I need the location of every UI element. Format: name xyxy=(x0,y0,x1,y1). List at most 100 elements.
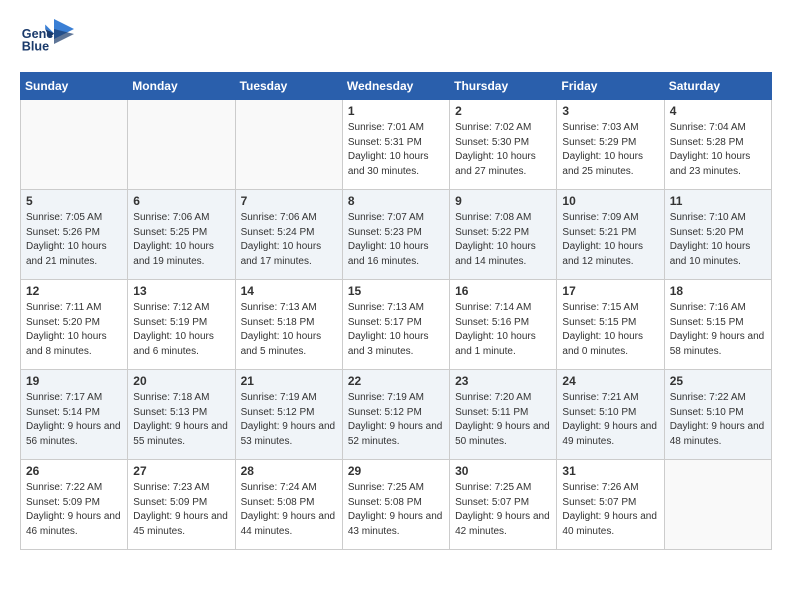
day-info: Sunrise: 7:16 AM Sunset: 5:15 PM Dayligh… xyxy=(670,301,766,359)
daylight-hours: Daylight: 10 hours and 0 minutes. xyxy=(562,331,643,357)
day-info: Sunrise: 7:18 AM Sunset: 5:13 PM Dayligh… xyxy=(133,391,229,449)
calendar-cell: 18 Sunrise: 7:16 AM Sunset: 5:15 PM Dayl… xyxy=(664,280,771,370)
weekday-header-tuesday: Tuesday xyxy=(235,73,342,100)
sunset-time: Sunset: 5:20 PM xyxy=(670,227,744,238)
sunrise-time: Sunrise: 7:16 AM xyxy=(670,302,746,313)
day-number: 18 xyxy=(670,284,766,298)
weekday-header-thursday: Thursday xyxy=(450,73,557,100)
calendar-cell: 27 Sunrise: 7:23 AM Sunset: 5:09 PM Dayl… xyxy=(128,460,235,550)
day-info: Sunrise: 7:12 AM Sunset: 5:19 PM Dayligh… xyxy=(133,301,229,359)
sunrise-time: Sunrise: 7:23 AM xyxy=(133,482,209,493)
day-number: 13 xyxy=(133,284,229,298)
daylight-hours: Daylight: 10 hours and 17 minutes. xyxy=(241,241,322,267)
sunrise-time: Sunrise: 7:07 AM xyxy=(348,212,424,223)
sunrise-time: Sunrise: 7:04 AM xyxy=(670,122,746,133)
sunset-time: Sunset: 5:30 PM xyxy=(455,137,529,148)
calendar-cell: 7 Sunrise: 7:06 AM Sunset: 5:24 PM Dayli… xyxy=(235,190,342,280)
calendar-cell: 24 Sunrise: 7:21 AM Sunset: 5:10 PM Dayl… xyxy=(557,370,664,460)
daylight-hours: Daylight: 9 hours and 42 minutes. xyxy=(455,511,550,537)
day-number: 16 xyxy=(455,284,551,298)
day-number: 14 xyxy=(241,284,337,298)
day-info: Sunrise: 7:22 AM Sunset: 5:09 PM Dayligh… xyxy=(26,481,122,539)
calendar-cell: 17 Sunrise: 7:15 AM Sunset: 5:15 PM Dayl… xyxy=(557,280,664,370)
calendar-cell: 10 Sunrise: 7:09 AM Sunset: 5:21 PM Dayl… xyxy=(557,190,664,280)
day-number: 3 xyxy=(562,104,658,118)
sunset-time: Sunset: 5:12 PM xyxy=(348,407,422,418)
sunrise-time: Sunrise: 7:06 AM xyxy=(133,212,209,223)
day-info: Sunrise: 7:01 AM Sunset: 5:31 PM Dayligh… xyxy=(348,121,444,179)
calendar-cell: 19 Sunrise: 7:17 AM Sunset: 5:14 PM Dayl… xyxy=(21,370,128,460)
daylight-hours: Daylight: 10 hours and 19 minutes. xyxy=(133,241,214,267)
day-info: Sunrise: 7:06 AM Sunset: 5:24 PM Dayligh… xyxy=(241,211,337,269)
sunset-time: Sunset: 5:13 PM xyxy=(133,407,207,418)
sunrise-time: Sunrise: 7:19 AM xyxy=(241,392,317,403)
day-number: 31 xyxy=(562,464,658,478)
daylight-hours: Daylight: 10 hours and 23 minutes. xyxy=(670,151,751,177)
calendar-cell: 21 Sunrise: 7:19 AM Sunset: 5:12 PM Dayl… xyxy=(235,370,342,460)
day-number: 9 xyxy=(455,194,551,208)
calendar-cell: 12 Sunrise: 7:11 AM Sunset: 5:20 PM Dayl… xyxy=(21,280,128,370)
calendar-cell: 30 Sunrise: 7:25 AM Sunset: 5:07 PM Dayl… xyxy=(450,460,557,550)
sunrise-time: Sunrise: 7:24 AM xyxy=(241,482,317,493)
calendar-cell: 5 Sunrise: 7:05 AM Sunset: 5:26 PM Dayli… xyxy=(21,190,128,280)
daylight-hours: Daylight: 10 hours and 6 minutes. xyxy=(133,331,214,357)
day-number: 20 xyxy=(133,374,229,388)
weekday-header-monday: Monday xyxy=(128,73,235,100)
day-number: 29 xyxy=(348,464,444,478)
sunset-time: Sunset: 5:09 PM xyxy=(133,497,207,508)
day-info: Sunrise: 7:21 AM Sunset: 5:10 PM Dayligh… xyxy=(562,391,658,449)
day-info: Sunrise: 7:25 AM Sunset: 5:08 PM Dayligh… xyxy=(348,481,444,539)
day-info: Sunrise: 7:09 AM Sunset: 5:21 PM Dayligh… xyxy=(562,211,658,269)
day-info: Sunrise: 7:05 AM Sunset: 5:26 PM Dayligh… xyxy=(26,211,122,269)
sunset-time: Sunset: 5:09 PM xyxy=(26,497,100,508)
daylight-hours: Daylight: 10 hours and 12 minutes. xyxy=(562,241,643,267)
logo: General Blue xyxy=(20,20,74,56)
day-info: Sunrise: 7:15 AM Sunset: 5:15 PM Dayligh… xyxy=(562,301,658,359)
calendar-cell: 14 Sunrise: 7:13 AM Sunset: 5:18 PM Dayl… xyxy=(235,280,342,370)
day-info: Sunrise: 7:08 AM Sunset: 5:22 PM Dayligh… xyxy=(455,211,551,269)
calendar-cell: 1 Sunrise: 7:01 AM Sunset: 5:31 PM Dayli… xyxy=(342,100,449,190)
day-number: 25 xyxy=(670,374,766,388)
day-info: Sunrise: 7:26 AM Sunset: 5:07 PM Dayligh… xyxy=(562,481,658,539)
daylight-hours: Daylight: 10 hours and 5 minutes. xyxy=(241,331,322,357)
sunset-time: Sunset: 5:12 PM xyxy=(241,407,315,418)
sunrise-time: Sunrise: 7:12 AM xyxy=(133,302,209,313)
sunrise-time: Sunrise: 7:10 AM xyxy=(670,212,746,223)
day-number: 15 xyxy=(348,284,444,298)
sunrise-time: Sunrise: 7:13 AM xyxy=(241,302,317,313)
sunrise-time: Sunrise: 7:01 AM xyxy=(348,122,424,133)
sunset-time: Sunset: 5:14 PM xyxy=(26,407,100,418)
sunrise-time: Sunrise: 7:19 AM xyxy=(348,392,424,403)
sunset-time: Sunset: 5:29 PM xyxy=(562,137,636,148)
daylight-hours: Daylight: 9 hours and 56 minutes. xyxy=(26,421,121,447)
weekday-header-wednesday: Wednesday xyxy=(342,73,449,100)
daylight-hours: Daylight: 10 hours and 16 minutes. xyxy=(348,241,429,267)
sunset-time: Sunset: 5:15 PM xyxy=(562,317,636,328)
sunrise-time: Sunrise: 7:14 AM xyxy=(455,302,531,313)
day-info: Sunrise: 7:25 AM Sunset: 5:07 PM Dayligh… xyxy=(455,481,551,539)
sunset-time: Sunset: 5:25 PM xyxy=(133,227,207,238)
sunrise-time: Sunrise: 7:03 AM xyxy=(562,122,638,133)
day-number: 19 xyxy=(26,374,122,388)
daylight-hours: Daylight: 10 hours and 21 minutes. xyxy=(26,241,107,267)
day-number: 21 xyxy=(241,374,337,388)
page-header: General Blue xyxy=(20,20,772,56)
sunrise-time: Sunrise: 7:25 AM xyxy=(348,482,424,493)
daylight-hours: Daylight: 9 hours and 45 minutes. xyxy=(133,511,228,537)
sunrise-time: Sunrise: 7:22 AM xyxy=(670,392,746,403)
sunrise-time: Sunrise: 7:15 AM xyxy=(562,302,638,313)
day-number: 12 xyxy=(26,284,122,298)
daylight-hours: Daylight: 9 hours and 53 minutes. xyxy=(241,421,336,447)
day-number: 2 xyxy=(455,104,551,118)
sunrise-time: Sunrise: 7:11 AM xyxy=(26,302,101,313)
daylight-hours: Daylight: 10 hours and 1 minute. xyxy=(455,331,536,357)
sunrise-time: Sunrise: 7:18 AM xyxy=(133,392,209,403)
calendar-cell: 3 Sunrise: 7:03 AM Sunset: 5:29 PM Dayli… xyxy=(557,100,664,190)
sunset-time: Sunset: 5:10 PM xyxy=(562,407,636,418)
day-info: Sunrise: 7:20 AM Sunset: 5:11 PM Dayligh… xyxy=(455,391,551,449)
sunset-time: Sunset: 5:08 PM xyxy=(241,497,315,508)
day-info: Sunrise: 7:04 AM Sunset: 5:28 PM Dayligh… xyxy=(670,121,766,179)
calendar-week-row: 5 Sunrise: 7:05 AM Sunset: 5:26 PM Dayli… xyxy=(21,190,772,280)
calendar-cell: 4 Sunrise: 7:04 AM Sunset: 5:28 PM Dayli… xyxy=(664,100,771,190)
calendar-week-row: 19 Sunrise: 7:17 AM Sunset: 5:14 PM Dayl… xyxy=(21,370,772,460)
